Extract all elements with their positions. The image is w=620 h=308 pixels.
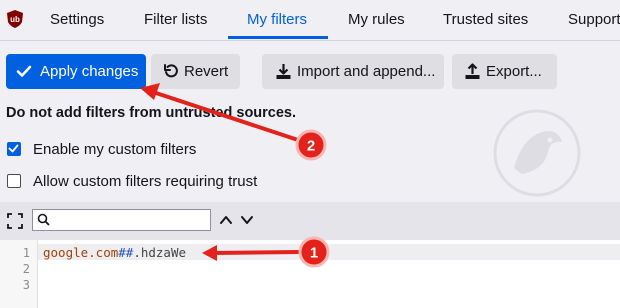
annotation-arrow-2 — [140, 83, 300, 142]
annotation-arrow-1 — [202, 245, 302, 261]
badge-2-number: 2 — [307, 138, 315, 155]
badge-1-number: 1 — [310, 245, 318, 262]
annotation-badge-1: 1 — [298, 236, 330, 268]
annotation-overlay: 2 1 — [140, 83, 330, 268]
annotation-badge-2: 2 — [295, 129, 327, 161]
